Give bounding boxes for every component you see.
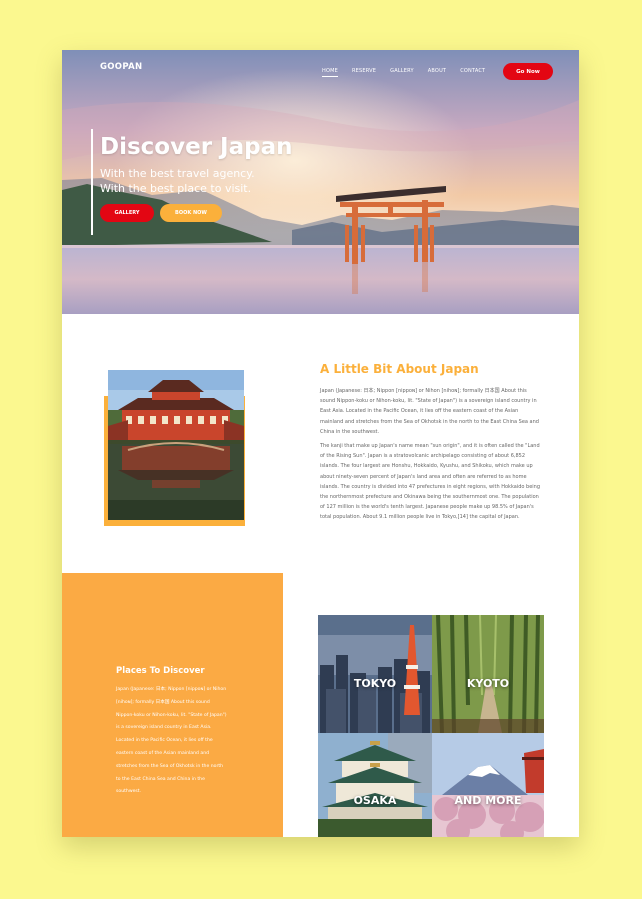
book-now-button[interactable]: BOOK NOW [160,204,222,222]
web-page: GOOPAN HOME RESERVE GALLERY ABOUT CONTAC… [62,50,579,837]
hero-section: GOOPAN HOME RESERVE GALLERY ABOUT CONTAC… [62,50,579,314]
tile-osaka[interactable]: OSAKA [318,733,432,837]
tile-tokyo[interactable]: TOKYO [318,615,432,733]
hero-subtitle: With the best travel agency. With the be… [100,166,255,196]
about-temple-image [108,370,244,520]
about-body: Japan (Japanese: 日本; Nippon [nippoɴ] or … [320,386,540,527]
nav-item-contact[interactable]: CONTACT [460,68,485,74]
tile-label-and-more: AND MORE [454,794,522,807]
tile-label-osaka: OSAKA [353,794,397,807]
nav-item-home[interactable]: HOME [322,68,338,77]
places-grid: TOKYO KYOTO OSAKA AND MORE [318,615,544,837]
hero-accent-bar [91,129,93,235]
go-now-button[interactable]: Go Now [503,63,553,80]
about-title: A Little Bit About Japan [320,362,479,376]
hero-subtitle-line-1: With the best travel agency. [100,167,255,180]
tile-label-kyoto: KYOTO [466,677,510,690]
nav-item-gallery[interactable]: GALLERY [390,68,414,74]
tile-label-tokyo: TOKYO [353,677,397,690]
about-paragraph-2: The kanji that make up Japan's name mean… [320,443,541,521]
places-title: Places To Discover [116,666,205,676]
nav-item-about[interactable]: ABOUT [428,68,446,74]
gallery-button[interactable]: GALLERY [100,204,154,222]
tile-and-more[interactable]: AND MORE [432,733,544,837]
places-panel: Places To Discover Japan (Japanese: 日本; … [62,573,283,837]
tile-kyoto[interactable]: KYOTO [432,615,544,733]
nav-menu: HOME RESERVE GALLERY ABOUT CONTACT [322,68,485,77]
about-paragraph-1: Japan (Japanese: 日本; Nippon [nippoɴ] or … [320,388,539,435]
top-navigation: GOOPAN HOME RESERVE GALLERY ABOUT CONTAC… [62,50,579,94]
hero-title: Discover Japan [100,134,293,160]
hero-subtitle-line-2: With the best place to visit. [100,182,252,195]
nav-item-reserve[interactable]: RESERVE [352,68,376,74]
site-logo[interactable]: GOOPAN [100,62,142,72]
places-description: Japan (Japanese: 日本; Nippon [nippoɴ] or … [116,687,227,795]
